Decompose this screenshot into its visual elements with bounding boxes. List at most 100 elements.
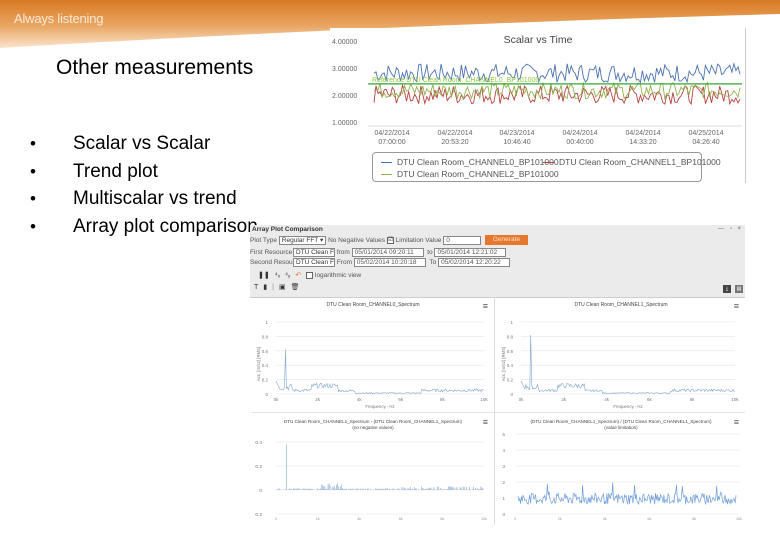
y-tick-label: 2 — [502, 480, 505, 485]
slide-title: Other measurements — [56, 56, 254, 79]
y-tick-label: 1.00000 — [332, 120, 357, 127]
x-tick-label: 10k — [736, 517, 742, 521]
bullet-list: • Scalar vs Scalar • Trend plot • Multiscal… — [30, 130, 260, 240]
x-tick-label: 6k — [647, 397, 653, 402]
y-tick-label: 0.4 — [507, 363, 514, 368]
x-tick-label: 4k — [603, 517, 607, 521]
export-icon[interactable]: ⤓ — [723, 285, 731, 293]
first-resource-label: First Resource — [250, 249, 293, 256]
save-icon[interactable]: ▣ — [279, 283, 286, 291]
limitation-input[interactable]: 0 — [443, 235, 482, 245]
y-tick-label: 0.6 — [507, 349, 514, 354]
plot-type-label: Plot Type — [250, 236, 277, 244]
x-tick-label: 4k — [357, 397, 363, 402]
second-resource-label: Second Resource — [250, 259, 302, 266]
legend-item[interactable]: DTU Clean Room_CHANNEL2_BP101000 — [381, 169, 559, 179]
x-tick-label: 2k — [561, 397, 567, 402]
plot-type-select[interactable]: Regular FFT ▾ — [278, 235, 327, 245]
toolbar2-row: T ▮ | ▣ 🗑 — [254, 283, 304, 292]
y-tick-label: 0.4 — [262, 363, 269, 368]
ratio-line — [517, 482, 737, 506]
bullet-icon: • — [30, 134, 36, 153]
difference-svg: 0.4 0.2 0 0.2 0 2k 4k 6k 8k 10k — [255, 440, 487, 521]
y-tick-label: 0 — [265, 392, 268, 397]
second-resource-value: DTU Clean F — [296, 259, 334, 266]
x-tick-label: 07:00:00 — [378, 139, 405, 146]
y-tick-label: 1 — [502, 496, 505, 501]
y-tick-label: 0 — [510, 392, 513, 397]
bullet-item: • Array plot comparison — [30, 213, 260, 241]
bullet-label: Trend plot — [73, 160, 158, 182]
no-negative-checkbox[interactable]: ☑ — [386, 236, 394, 244]
x-tick-label: 0k — [519, 397, 525, 402]
spectrum-line — [520, 334, 736, 394]
first-to-input[interactable]: 05/01/2014 12:21:02 — [434, 248, 507, 257]
legend-swatch — [381, 173, 392, 175]
spectrum-svg: 1 0.8 0.6 0.4 0.2 0 0k 2k 4k 6k 8k 10k Frequency - H… — [256, 320, 488, 409]
legend-item[interactable]: DTU Clean Room_CHANNEL1_BP101000 — [543, 157, 721, 167]
from-label: from — [336, 249, 350, 256]
to-label: to — [427, 249, 433, 256]
bullet-label: Scalar vs Scalar — [73, 133, 211, 154]
window-title: Array Plot Comparison — [252, 226, 323, 233]
bullet-item: • Trend plot — [30, 158, 260, 186]
bullet-icon: • — [30, 189, 36, 208]
y-tick-label: 0.2 — [262, 378, 269, 383]
y-tick-label: 0 — [259, 488, 262, 494]
second-from-input[interactable]: 05/02/2014 10:20:18 — [353, 258, 426, 267]
y-tick-label: 0.6 — [262, 349, 269, 354]
second-to-input[interactable]: 05/02/2014 12:20:22 — [438, 258, 511, 267]
x-tick-label: 04/24/2014 — [625, 130, 660, 137]
x-tick-label: 8k — [690, 397, 696, 402]
array-controls-panel: Array Plot Comparison — ▫ × Plot Type Re… — [250, 225, 745, 298]
scalar-chart-svg: Scalar vs Time 4.00000 3.00000 2.00000 1… — [332, 34, 742, 146]
x-tick-label: 14:33:20 — [629, 139, 656, 146]
x-axis-icon[interactable]: ⁴ₓ — [275, 272, 280, 279]
second-resource-select[interactable]: DTU Clean F — [293, 258, 335, 267]
y-tick-label: 4 — [502, 448, 505, 453]
marker-icon[interactable]: ▮ — [263, 283, 267, 291]
text-icon[interactable]: T — [254, 284, 258, 291]
legend-label: DTU Clean Room_CHANNEL2_BP101000 — [397, 169, 559, 179]
delete-icon[interactable]: 🗑 — [291, 283, 300, 291]
generate-button[interactable]: Generate — [484, 235, 528, 245]
undo-icon[interactable]: ↶ — [295, 271, 301, 279]
y-tick-label: 3 — [502, 464, 505, 469]
legend-swatch — [381, 161, 392, 163]
x-tick-label: 04/23/2014 — [499, 130, 534, 137]
settings-icon[interactable]: ▤ — [735, 285, 743, 293]
y-axis-icon[interactable]: ⁴ᵧ — [285, 272, 290, 279]
x-tick-label: 10:46:40 — [503, 139, 530, 146]
log-checkbox[interactable] — [306, 271, 314, 279]
x-tick-label: 8k — [440, 397, 446, 402]
tagline: Always listening — [14, 11, 104, 26]
first-from-input[interactable]: 05/01/2014 09:20:11 — [351, 248, 424, 257]
x-tick-label: 20:53:20 — [441, 139, 468, 146]
x-tick-label: 4k — [604, 397, 610, 402]
y-tick-label: 0 — [502, 512, 505, 517]
bullet-label: Array plot comparison — [73, 215, 258, 237]
spectrum-svg: 1 0.8 0.6 0.4 0.2 0 0k 2k 4k 6k 8k 10k Frequency - H… — [501, 320, 739, 409]
toolbar-row: ❚❚ ⁴ₓ ⁴ᵧ ↶ logarithmic view — [258, 271, 361, 279]
x-tick-label: 00:40:00 — [566, 139, 593, 146]
first-resource-select[interactable]: DTU Clean F — [293, 248, 335, 257]
bullet-item: • Multiscalar vs trend — [30, 185, 260, 213]
y-tick-label: 0.8 — [262, 334, 269, 339]
y-tick-label: 0.4 — [255, 440, 262, 446]
bullet-label: Multiscalar vs trend — [73, 188, 237, 209]
difference-chart: DTU Clean Room_CHANNEL1_Spectrum - (DTU … — [252, 414, 494, 525]
to-label: To — [429, 259, 437, 266]
legend-swatch — [543, 161, 554, 163]
pause-icon[interactable]: ❚❚ — [258, 271, 270, 279]
x-tick-label: 04/22/2014 — [437, 130, 472, 137]
limitation-label: Limitation Value — [395, 236, 442, 244]
y-tick-label: 0.2 — [255, 512, 262, 518]
y-tick-label: 0.2 — [255, 464, 262, 470]
window-controls[interactable]: — ▫ × — [718, 226, 743, 232]
x-axis-label: Frequency - Hz — [613, 404, 642, 409]
legend-item[interactable]: DTU Clean Room_CHANNEL0_BP101000 — [381, 157, 559, 167]
x-tick-label: 10k — [731, 397, 739, 402]
y-tick-label: 1 — [265, 320, 268, 325]
x-tick-label: 2k — [558, 517, 562, 521]
legend-label: DTU Clean Room_CHANNEL0_BP101000 — [397, 157, 559, 167]
